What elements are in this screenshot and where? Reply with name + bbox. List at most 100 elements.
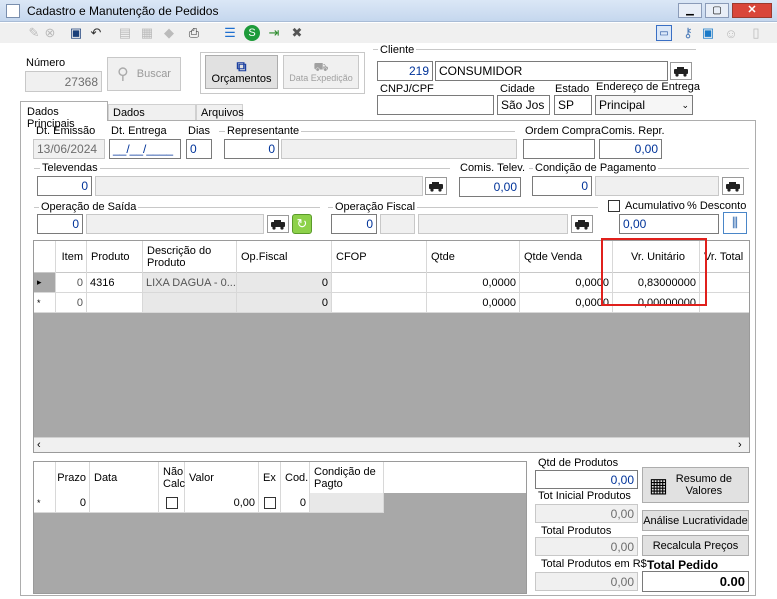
total-produtos-rs-field: 0,00 (535, 572, 638, 591)
televendas-code-field[interactable]: 0 (37, 176, 92, 196)
ex-checkbox[interactable] (263, 496, 276, 509)
analise-lucratividade-button[interactable]: Análise Lucratividade (642, 510, 749, 531)
scroll-left-icon[interactable]: ‹ (37, 439, 41, 451)
cell-cfop[interactable] (332, 293, 427, 313)
tab-arquivos[interactable]: Arquivos (196, 104, 244, 120)
dias-field[interactable]: 0 (186, 139, 212, 159)
items-grid-hscrollbar[interactable]: ‹ › (34, 437, 749, 452)
endereco-label: Endereço de Entrega (596, 81, 700, 93)
tab-dados-adicionais[interactable]: Dados Adicionais (108, 104, 196, 131)
car-icon (575, 220, 589, 230)
cell-qtde[interactable]: 0,0000 (427, 293, 520, 313)
cidade-field[interactable]: São Jos (497, 95, 550, 115)
cell-data[interactable] (90, 493, 159, 513)
eraser-icon[interactable]: ◆ (161, 25, 177, 41)
cell-produto[interactable] (87, 293, 143, 313)
print-icon[interactable]: ⎙ (186, 25, 202, 41)
list-icon[interactable]: ☰ (222, 25, 238, 41)
estado-field[interactable]: SP (554, 95, 592, 115)
televendas-search-button[interactable] (425, 177, 447, 195)
cell-ex[interactable] (259, 493, 281, 513)
dt-emissao-field[interactable]: 13/06/2024 (33, 139, 105, 159)
col-produto: Produto (87, 241, 143, 273)
op-saida-search-button[interactable] (267, 215, 289, 233)
window-icon[interactable]: ▭ (656, 25, 672, 41)
cliente-code-field[interactable]: 219 (377, 61, 433, 81)
cell-item[interactable]: 0 (56, 293, 87, 313)
payment-grid: Prazo Data Não Calc Valor Ex Cod. Condiç… (33, 461, 527, 594)
chevron-down-icon: ⌄ (681, 99, 689, 110)
edit-icon[interactable]: ✎ (26, 25, 42, 41)
cell-cod[interactable]: 0 (281, 493, 310, 513)
cell-cfop[interactable] (332, 273, 427, 293)
key-icon[interactable]: ⚷ (680, 25, 696, 41)
cell-opfiscal[interactable]: 0 (237, 293, 332, 313)
acumulativo-checkbox[interactable] (608, 200, 620, 212)
cond-pag-search-button[interactable] (722, 177, 744, 195)
dt-entrega-field[interactable]: __/__/____ (109, 139, 181, 159)
cell-descricao[interactable] (143, 293, 237, 313)
cell-descricao[interactable]: LIXA DAGUA - 0... (143, 273, 237, 293)
refresh-icon[interactable]: S (244, 25, 260, 41)
desconto-settings-button[interactable]: ⫼ (723, 212, 747, 234)
delete-icon[interactable]: ✖ (289, 25, 305, 41)
maximize-button[interactable]: ▢ (705, 3, 729, 18)
cell-qtde-venda[interactable]: 0,0000 (520, 293, 613, 313)
recalcula-precos-button[interactable]: Recalcula Preços (642, 535, 749, 556)
close-button[interactable]: ✕ (732, 3, 772, 18)
cell-qtde[interactable]: 0,0000 (427, 273, 520, 293)
cell-vr-total[interactable] (700, 293, 749, 313)
endereco-select[interactable]: Principal ⌄ (595, 95, 693, 115)
cell-nao-calc[interactable] (159, 493, 185, 513)
col-ex: Ex (259, 462, 281, 493)
nao-calc-checkbox[interactable] (165, 496, 178, 509)
cell-qtde-venda[interactable]: 0,0000 (520, 273, 613, 293)
total-pedido-field: 0.00 (642, 571, 749, 592)
cliente-search-button[interactable] (670, 62, 692, 80)
undo-icon[interactable]: ↶ (88, 25, 104, 41)
comis-telev-field[interactable]: 0,00 (459, 177, 521, 197)
cell-condicao[interactable] (310, 493, 384, 513)
cell-opfiscal[interactable]: 0 (237, 273, 332, 293)
cell-prazo[interactable]: 0 (56, 493, 90, 513)
scroll-right-icon[interactable]: › (738, 439, 742, 451)
tab-label: Arquivos (201, 107, 244, 119)
ordem-compra-field[interactable] (523, 139, 595, 159)
row-marker: ▸ (34, 273, 56, 293)
dias-label: Dias (188, 125, 211, 137)
orcamentos-icon: ⧉ (236, 58, 247, 74)
grid-icon[interactable]: ▦ (139, 25, 155, 41)
cond-pag-code-field[interactable]: 0 (532, 176, 592, 196)
monitor-icon[interactable]: ▣ (700, 25, 716, 41)
cell-produto[interactable]: 4316 (87, 273, 143, 293)
buscar-button[interactable]: ⚲ Buscar (107, 57, 181, 91)
save-icon[interactable]: ▣ (68, 25, 84, 41)
title-bar: Cadastro e Manutenção de Pedidos ▁ ▢ ✕ (0, 0, 777, 22)
cnpj-field[interactable] (377, 95, 494, 115)
minimize-button[interactable]: ▁ (678, 3, 702, 18)
op-fiscal-code-field[interactable]: 0 (331, 214, 377, 234)
cancel-icon[interactable]: ⊗ (42, 25, 58, 41)
desconto-field[interactable]: 0,00 (619, 214, 719, 234)
comis-repr-field[interactable]: 0,00 (599, 139, 662, 159)
cell-item[interactable]: 0 (56, 273, 87, 293)
op-fiscal-search-button[interactable] (571, 215, 593, 233)
car-icon (271, 220, 285, 230)
cell-valor[interactable]: 0,00 (185, 493, 259, 513)
total-produtos-rs-label: Total Produtos em R$ (541, 558, 647, 570)
resumo-valores-button[interactable]: ▦ Resumo de Valores (642, 467, 749, 503)
tab-dados-principais[interactable]: Dados Principais (20, 101, 108, 130)
representante-code-field[interactable]: 0 (224, 139, 279, 159)
recycle-button[interactable]: ↻ (292, 214, 312, 234)
info-icon[interactable]: ▯ (748, 25, 764, 41)
window-title: Cadastro e Manutenção de Pedidos (27, 4, 219, 18)
exit-icon[interactable]: ⇥ (266, 25, 282, 41)
op-saida-code-field[interactable]: 0 (37, 214, 83, 234)
data-expedicao-button[interactable]: ⛟ Data Expedição (283, 55, 359, 89)
cliente-name-field[interactable]: CONSUMIDOR (435, 61, 668, 81)
numero-field[interactable]: 27368 (25, 71, 102, 92)
cell-vr-total[interactable] (700, 273, 749, 293)
user-icon[interactable]: ☺ (723, 25, 739, 41)
preview-icon[interactable]: ▤ (117, 25, 133, 41)
orcamentos-button[interactable]: ⧉ Orçamentos (205, 55, 278, 89)
